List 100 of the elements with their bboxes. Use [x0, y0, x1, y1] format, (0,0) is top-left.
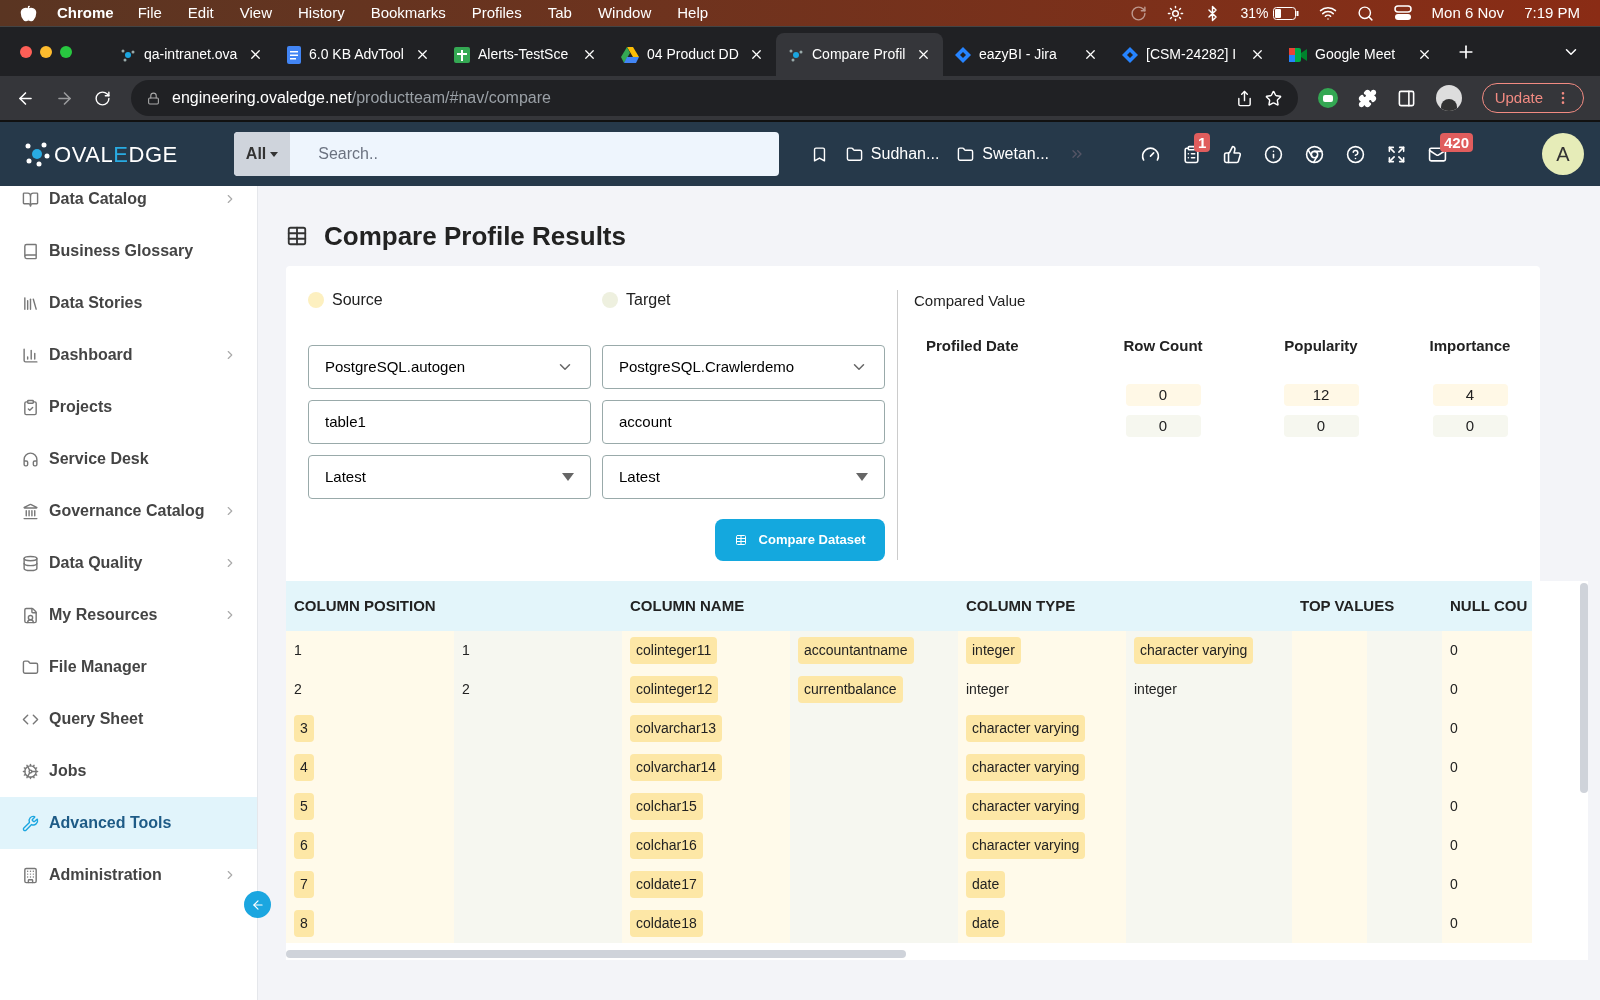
cell-value: colvarchar13 — [630, 715, 723, 742]
cell-value: coldate18 — [630, 910, 703, 937]
address-bar[interactable]: engineering.ovaledge.net/productteam/#nav/compare — [131, 80, 1298, 116]
close-icon[interactable] — [1417, 47, 1432, 62]
menu-item[interactable]: Help — [677, 1, 709, 25]
minimize-window-icon[interactable] — [40, 45, 52, 58]
sidebar-item[interactable]: Advanced Tools — [0, 797, 257, 849]
side-panel-icon[interactable] — [1396, 88, 1416, 108]
apple-icon[interactable] — [20, 4, 37, 22]
browser-tab[interactable]: 6.0 KB AdvTool — [275, 33, 442, 76]
search-field[interactable]: All Search.. — [233, 132, 779, 176]
vertical-scrollbar[interactable] — [1580, 583, 1588, 793]
sidebar-item[interactable]: File Manager — [0, 641, 257, 693]
menu-icon — [22, 346, 39, 364]
sidebar-item[interactable]: Projects — [0, 381, 257, 433]
menu-icon — [22, 606, 39, 624]
browser-tab[interactable]: Compare Profil — [776, 33, 943, 76]
sidebar-item[interactable]: Query Sheet — [0, 693, 257, 745]
robot-extension-icon[interactable] — [1317, 88, 1338, 108]
close-icon[interactable] — [582, 47, 597, 62]
reload-icon[interactable] — [94, 89, 111, 107]
connector-dropdown[interactable]: PostgreSQL.autogen — [308, 345, 591, 389]
browser-tab[interactable]: Alerts-TestSce — [442, 33, 609, 76]
profile-dropdown[interactable]: Latest — [602, 455, 886, 499]
cell-value: integer — [966, 680, 1009, 699]
menu-item[interactable]: History — [297, 1, 345, 25]
sidebar-item[interactable]: Data Catalog — [0, 173, 257, 225]
table-cell: 0 — [1442, 631, 1532, 670]
horizontal-scrollbar[interactable] — [286, 950, 906, 958]
sidebar-item[interactable]: Data Stories — [0, 277, 257, 329]
menubar-date: Mon 6 Nov — [1431, 2, 1505, 23]
help-icon[interactable] — [1346, 144, 1366, 164]
browser-tab[interactable]: [CSM-24282] I — [1110, 33, 1277, 76]
toggles-icon[interactable] — [1393, 5, 1412, 21]
close-icon[interactable] — [916, 47, 931, 62]
menu-item[interactable]: File — [137, 1, 162, 25]
browser-tab[interactable]: qa-intranet.ova — [108, 33, 275, 76]
table-cell: 0 — [1442, 865, 1532, 904]
cell-value: 4 — [294, 754, 314, 781]
close-icon[interactable] — [749, 47, 764, 62]
close-icon[interactable] — [1083, 47, 1098, 62]
menu-icon — [22, 242, 39, 260]
zoom-window-icon[interactable] — [60, 45, 72, 58]
browser-tab[interactable]: Google Meet — [1277, 33, 1444, 76]
sidebar-item[interactable]: Jobs — [0, 745, 257, 797]
close-icon[interactable] — [1250, 47, 1265, 62]
battery-icon[interactable] — [1272, 6, 1299, 20]
share-icon[interactable] — [1235, 89, 1253, 107]
info-icon[interactable] — [1264, 144, 1284, 164]
folder-shortcut[interactable]: Sudhan... — [845, 142, 940, 166]
tab-title: Alerts-TestSce — [478, 45, 570, 64]
menu-item[interactable]: Chrome — [57, 1, 114, 25]
cell-value: character varying — [966, 832, 1086, 859]
menu-item[interactable]: Window — [597, 1, 652, 25]
menu-icon — [22, 502, 39, 520]
brightness-icon[interactable] — [1166, 4, 1184, 22]
close-icon[interactable] — [415, 47, 430, 62]
column-header: COLUMN POSITION — [286, 581, 622, 631]
expand-icon[interactable] — [1387, 144, 1407, 164]
collapse-sidebar-button[interactable] — [244, 891, 271, 918]
legend-label: Source — [332, 290, 383, 310]
chrome-icon[interactable] — [1305, 144, 1325, 164]
cell-value: colchar16 — [630, 832, 703, 859]
folder-shortcut[interactable]: Swetan... — [957, 142, 1050, 166]
close-window-icon[interactable] — [20, 45, 32, 58]
table-field[interactable]: table1 — [308, 400, 591, 444]
cell-value: integer — [1134, 680, 1177, 699]
search-icon[interactable] — [1356, 4, 1374, 22]
profile-avatar[interactable] — [1435, 85, 1462, 111]
user-avatar[interactable]: A — [1542, 133, 1584, 175]
connector-dropdown[interactable]: PostgreSQL.Crawlerdemo — [602, 345, 886, 389]
menu-item[interactable]: Tab — [547, 1, 572, 25]
cell-value: 6 — [294, 832, 314, 859]
menu-item[interactable]: Profiles — [471, 1, 522, 25]
browser-tab[interactable]: eazyBI - Jira — [943, 33, 1110, 76]
profile-dropdown[interactable]: Latest — [308, 455, 591, 499]
menu-icon — [22, 190, 39, 208]
table-field[interactable]: account — [602, 400, 886, 444]
sidebar-item[interactable]: Governance Catalog — [0, 485, 257, 537]
close-icon[interactable] — [248, 47, 263, 62]
sidebar-item[interactable]: Dashboard — [0, 329, 257, 381]
bookmark-star-icon[interactable] — [1264, 89, 1282, 107]
menu-icon — [22, 554, 39, 572]
sidebar-item[interactable]: Service Desk — [0, 433, 257, 485]
extensions-icon[interactable] — [1357, 88, 1377, 108]
sidebar-item[interactable]: My Resources — [0, 589, 257, 641]
sidebar-item[interactable]: Administration — [0, 849, 257, 901]
menu-item[interactable]: View — [239, 1, 272, 25]
gauge-icon[interactable] — [1141, 144, 1161, 164]
browser-tab[interactable]: 04 Product DD — [609, 33, 776, 76]
sidebar-item[interactable]: Data Quality — [0, 537, 257, 589]
menu-item[interactable]: Bookmarks — [370, 1, 446, 25]
wifi-icon[interactable] — [1318, 4, 1337, 22]
thumbs-up-icon[interactable] — [1223, 144, 1243, 164]
menu-item[interactable]: Edit — [187, 1, 214, 25]
search-scope-dropdown[interactable]: All — [233, 132, 291, 176]
column-header: TOP VALUES — [1292, 581, 1442, 631]
cell-value: date — [966, 871, 1006, 898]
sidebar-item[interactable]: Business Glossary — [0, 225, 257, 277]
cell-value: integer — [966, 637, 1021, 664]
